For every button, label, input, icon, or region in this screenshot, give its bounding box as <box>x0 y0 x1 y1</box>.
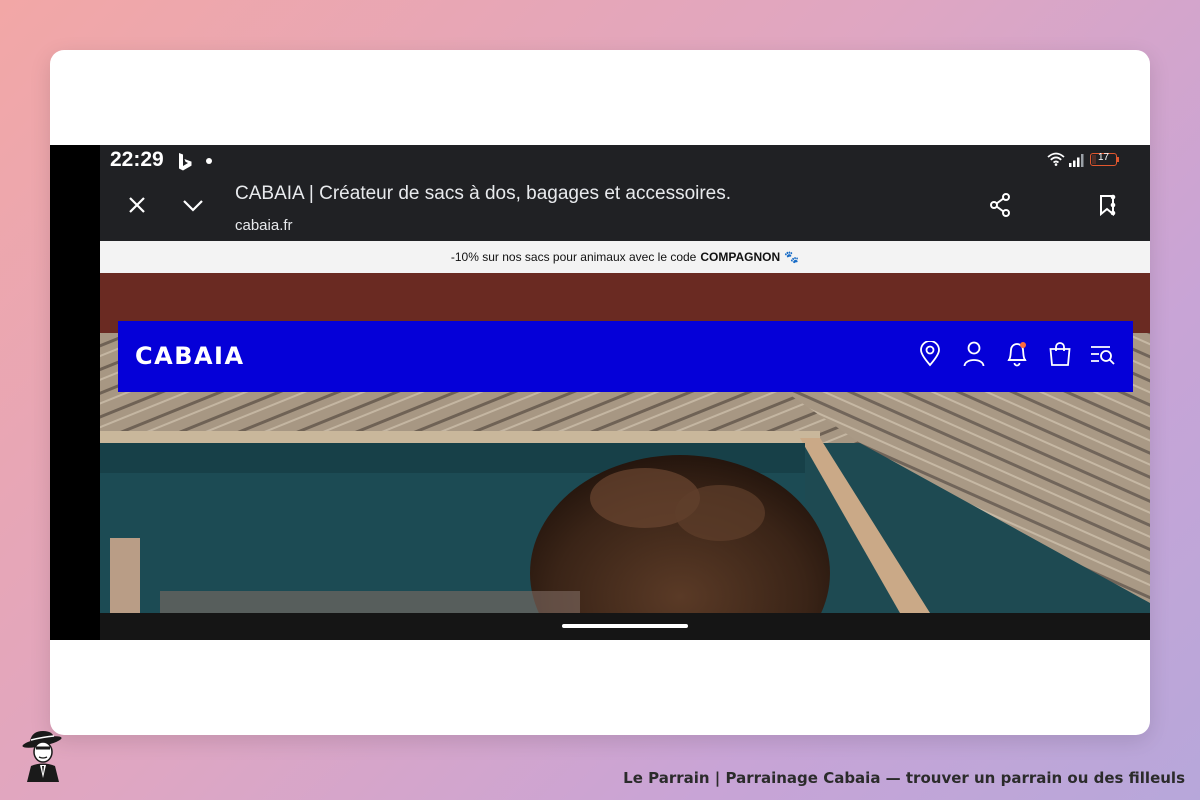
minimize-button[interactable] <box>173 187 213 227</box>
screenshot-card: 22:29 17 CABAIA | Créateur de sacs à dos… <box>50 50 1150 735</box>
site-header: CABAIA <box>118 321 1133 392</box>
phone-frame: 22:29 17 CABAIA | Créateur de sacs à dos… <box>50 145 1150 640</box>
battery-nub <box>1117 157 1119 162</box>
cart-button[interactable] <box>1045 341 1075 371</box>
share-icon <box>989 193 1011 221</box>
account-button[interactable] <box>959 341 989 371</box>
dot-icon <box>206 158 212 164</box>
web-content: -10% sur nos sacs pour animaux avec le c… <box>100 241 1150 613</box>
gesture-home-bar[interactable] <box>562 624 688 628</box>
promo-text: -10% sur nos sacs pour animaux avec le c… <box>450 250 697 264</box>
footer-caption: Le Parrain | Parrainage Cabaia — trouver… <box>623 769 1185 787</box>
menu-search-button[interactable] <box>1088 341 1118 371</box>
more-options-button[interactable] <box>1098 187 1128 227</box>
store-locator-button[interactable] <box>915 340 945 371</box>
battery-icon: 17 <box>1090 152 1117 166</box>
notifications-button[interactable] <box>1002 341 1032 371</box>
shopping-bag-icon <box>1048 341 1072 371</box>
bell-icon <box>1005 341 1029 371</box>
promo-banner[interactable]: -10% sur nos sacs pour animaux avec le c… <box>100 241 1150 273</box>
search-menu-icon <box>1090 343 1116 369</box>
battery-level: 17 <box>1097 152 1110 163</box>
location-pin-icon <box>919 340 941 371</box>
bing-icon <box>176 152 194 176</box>
paw-icon: 🐾 <box>784 250 800 264</box>
page-url[interactable]: cabaia.fr <box>235 217 293 234</box>
more-vert-icon <box>1110 194 1116 220</box>
status-bar: 22:29 17 <box>100 145 1150 177</box>
mafia-man-logo-icon <box>16 728 72 788</box>
gesture-navigation-area <box>100 613 1150 640</box>
promo-code: COMPAGNON <box>700 250 781 264</box>
user-icon <box>963 341 985 371</box>
share-button[interactable] <box>980 187 1020 227</box>
signal-icon <box>1069 152 1085 171</box>
wifi-icon <box>1047 151 1065 170</box>
browser-toolbar: CABAIA | Créateur de sacs à dos, bagages… <box>100 177 1150 241</box>
chevron-down-icon <box>182 198 204 217</box>
close-icon <box>128 196 146 218</box>
close-button[interactable] <box>117 187 157 227</box>
phone-screen: 22:29 17 CABAIA | Créateur de sacs à dos… <box>100 145 1150 640</box>
hero-image: CABAIA <box>100 273 1150 613</box>
status-time: 22:29 <box>110 148 164 171</box>
site-logo[interactable]: CABAIA <box>135 342 245 370</box>
page-title: CABAIA | Créateur de sacs à dos, bagages… <box>235 183 732 204</box>
